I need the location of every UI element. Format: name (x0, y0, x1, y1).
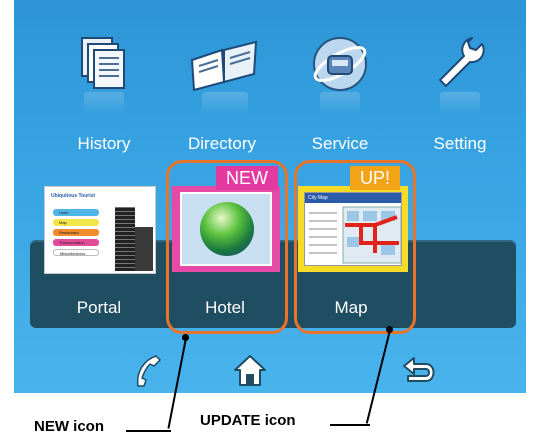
history-icon (74, 30, 134, 116)
map-tile-label[interactable]: Map (296, 298, 406, 318)
phone-icon[interactable] (130, 352, 164, 393)
globe-icon (200, 202, 254, 256)
menu-item-history[interactable]: History (44, 30, 164, 158)
setting-icon (430, 30, 490, 116)
building-illustration (115, 207, 135, 271)
update-badge: UP! (350, 166, 400, 190)
home-icon[interactable] (232, 352, 268, 393)
new-icon-callout: NEW icon (34, 418, 104, 435)
service-icon (310, 30, 370, 116)
building-illustration-2 (135, 227, 153, 271)
menu-label-directory: Directory (187, 134, 256, 153)
map-tile-thumbnail[interactable]: City Map (298, 186, 408, 272)
menu-item-directory[interactable]: Directory (162, 30, 282, 158)
menu-label-setting: Setting (433, 134, 487, 153)
portal-thumb-item: Miscellaneous (53, 249, 99, 256)
menu-label-history: History (77, 134, 131, 153)
portal-thumb-item: Map (53, 219, 99, 226)
directory-icon (184, 30, 264, 116)
hotel-tile-label[interactable]: Hotel (170, 298, 280, 318)
callout-underline-update (330, 424, 370, 426)
update-icon-callout: UPDATE icon (200, 412, 296, 429)
menu-item-setting[interactable]: Setting (400, 30, 520, 158)
hotel-tile-thumbnail[interactable] (172, 186, 280, 272)
portal-thumb-title: Ubiquitous Tourist (51, 193, 96, 199)
portal-thumb-item: Transportation (53, 239, 99, 246)
portal-tile-label[interactable]: Portal (44, 298, 154, 318)
menu-label-service: Service (311, 134, 369, 153)
map-thumb-title: City Map (305, 193, 401, 203)
portal-thumb-item: Hotel (53, 209, 99, 216)
portal-thumb-item: Restaurant (53, 229, 99, 236)
callout-underline-new (126, 430, 171, 432)
portal-tile-thumbnail[interactable]: Ubiquitous Tourist Hotel Map Restaurant … (44, 186, 156, 274)
menu-item-service[interactable]: Service (280, 30, 400, 158)
device-screen: History Directory Service Setting Ubiqui… (14, 0, 526, 393)
new-badge: NEW (216, 166, 278, 190)
back-icon[interactable] (400, 354, 436, 389)
